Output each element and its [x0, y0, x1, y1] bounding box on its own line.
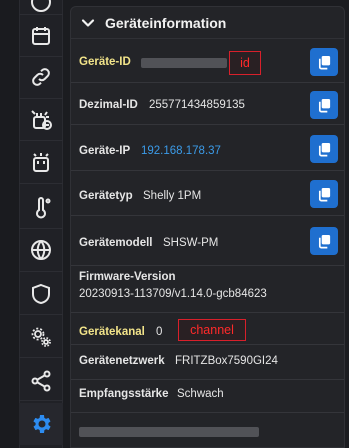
copy-button[interactable]	[310, 135, 338, 163]
settings-icon[interactable]	[19, 403, 63, 445]
sidebar-divider	[19, 14, 63, 15]
copy-button[interactable]	[310, 180, 338, 208]
socket-icon[interactable]	[19, 142, 63, 182]
copy-button[interactable]	[310, 227, 338, 255]
value-signal: Schwach	[177, 388, 224, 400]
sidebar	[0, 0, 63, 448]
sidebar-divider	[19, 98, 63, 99]
shield-icon[interactable]	[19, 274, 63, 314]
row-channel: Gerätekanal 0 channel	[71, 313, 344, 345]
copy-icon	[318, 98, 330, 112]
label-device-id: Geräte-ID	[79, 56, 131, 68]
value-channel: 0	[156, 326, 163, 338]
row-device-ip: Geräte-IP 192.168.178.37	[71, 125, 344, 171]
label-device-type: Gerätetyp	[79, 190, 133, 202]
label-signal: Empfangsstärke	[79, 388, 169, 400]
value-device-type: Shelly 1PM	[143, 190, 202, 202]
globe-icon[interactable]	[19, 230, 63, 270]
calendar-icon[interactable]	[19, 16, 63, 56]
sidebar-divider	[19, 357, 63, 358]
row-decimal-id: Dezimal-ID 255771434859135	[71, 83, 344, 125]
label-device-ip: Geräte-IP	[79, 145, 131, 157]
copy-button[interactable]	[310, 91, 338, 119]
gears-icon[interactable]	[19, 317, 63, 357]
label-network: Gerätenetzwerk	[79, 355, 165, 367]
plug-scene-icon[interactable]	[19, 100, 63, 140]
row-device-model: Gerätemodell SHSW-PM	[71, 216, 344, 266]
copy-icon	[318, 234, 330, 248]
redacted-value	[141, 58, 227, 68]
sidebar-divider	[19, 271, 63, 272]
value-firmware: 20230913-113709/v1.14.0-gcb84623	[79, 288, 267, 300]
value-device-model: SHSW-PM	[163, 237, 219, 249]
row-firmware: Firmware-Version 20230913-113709/v1.14.0…	[71, 266, 344, 313]
row-network: Gerätenetzwerk FRITZBox7590GI24	[71, 345, 344, 380]
thermometer-icon[interactable]	[19, 188, 63, 228]
label-decimal-id: Dezimal-ID	[79, 99, 138, 111]
panel-title: Geräteinformation	[105, 14, 227, 31]
label-firmware: Firmware-Version	[79, 271, 176, 283]
value-network: FRITZBox7590GI24	[175, 355, 278, 367]
sidebar-divider	[19, 400, 63, 401]
copy-button[interactable]	[310, 48, 338, 76]
row-device-type: Gerätetyp Shelly 1PM	[71, 171, 344, 216]
annotation-id: id	[229, 51, 261, 75]
row-redacted	[71, 413, 344, 447]
sidebar-divider	[19, 314, 63, 315]
copy-icon	[318, 55, 330, 69]
row-signal: Empfangsstärke Schwach	[71, 380, 344, 413]
label-device-model: Gerätemodell	[79, 237, 153, 249]
value-device-ip[interactable]: 192.168.178.37	[141, 145, 221, 157]
chevron-down-icon	[81, 18, 95, 27]
share-icon[interactable]	[19, 361, 63, 401]
app-root: Geräteinformation Geräte-ID id Dezimal-I…	[0, 0, 349, 448]
panel-header[interactable]: Geräteinformation	[71, 7, 344, 39]
redacted-value	[79, 427, 259, 437]
value-decimal-id: 255771434859135	[149, 99, 245, 111]
device-info-panel: Geräteinformation Geräte-ID id Dezimal-I…	[70, 6, 345, 448]
annotation-channel: channel	[178, 319, 246, 341]
sidebar-divider	[19, 140, 63, 141]
row-device-id: Geräte-ID id	[71, 39, 344, 83]
copy-icon	[318, 187, 330, 201]
link-icon[interactable]	[19, 57, 63, 97]
sidebar-divider	[19, 228, 63, 229]
sidebar-divider	[19, 183, 63, 184]
copy-icon	[318, 142, 330, 156]
label-channel: Gerätekanal	[79, 326, 145, 338]
